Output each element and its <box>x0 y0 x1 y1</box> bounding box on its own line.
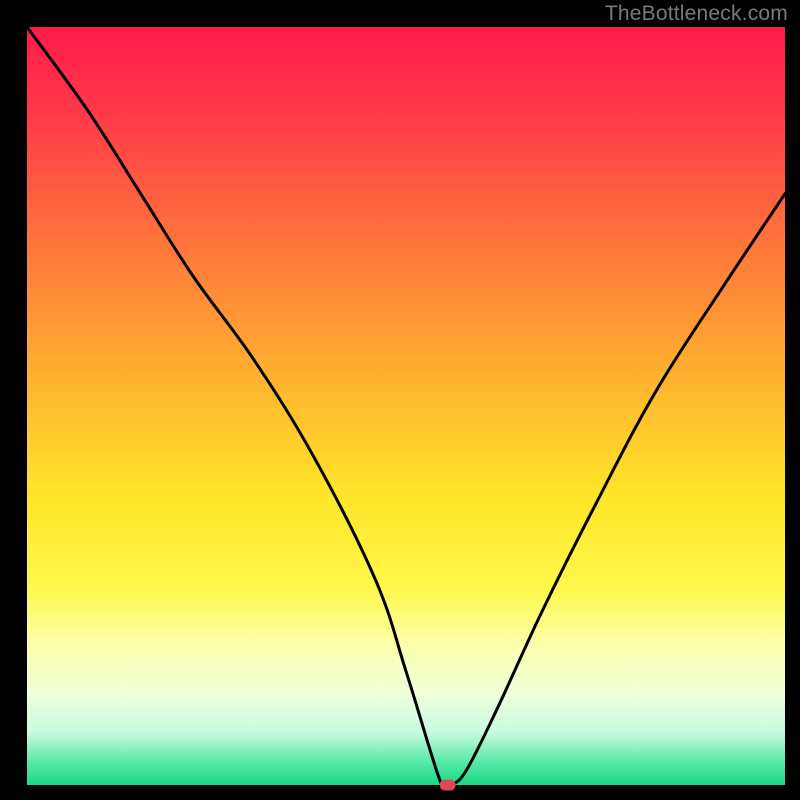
watermark-text: TheBottleneck.com <box>605 2 788 26</box>
chart-frame: TheBottleneck.com <box>0 0 800 800</box>
optimal-point-marker-dot <box>440 780 456 791</box>
bottleneck-chart <box>0 0 800 800</box>
optimal-point-marker <box>440 780 456 791</box>
